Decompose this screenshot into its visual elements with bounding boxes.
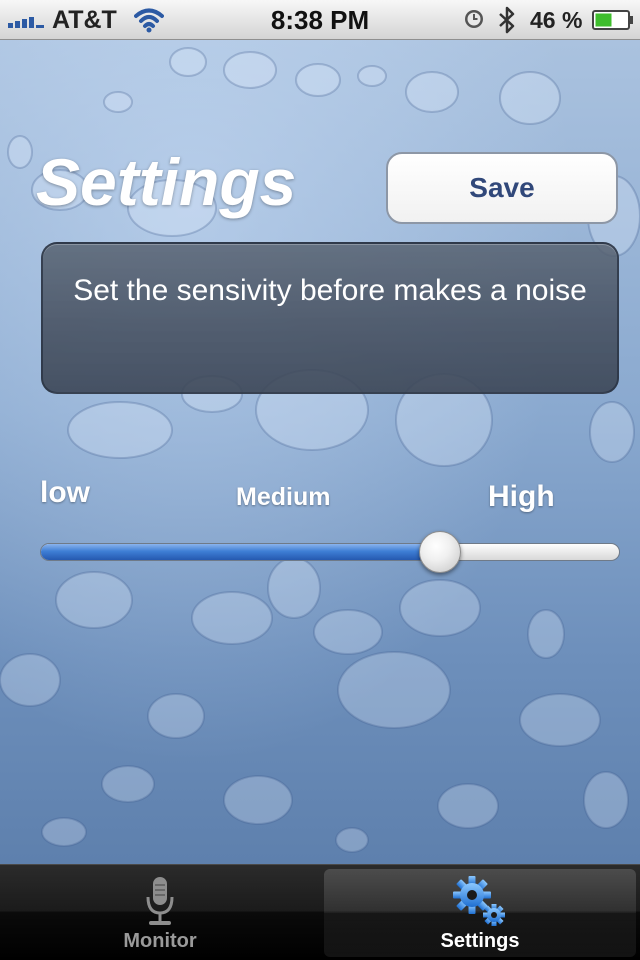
info-text: Set the sensivity before makes a noise [73,274,587,307]
settings-screen: Settings Save Set the sensivity before m… [0,40,640,864]
slider-thumb[interactable] [419,531,462,573]
alarm-icon [465,10,483,28]
sensitivity-medium-label: Medium [236,483,331,511]
slider-track[interactable] [40,543,620,561]
battery-icon [592,10,633,30]
tab-settings[interactable]: Settings [324,869,636,957]
tab-settings-label: Settings [440,930,520,952]
status-bar: AT&T 8:38 PM 46 % [0,0,640,40]
bluetooth-icon [499,6,515,34]
sensitivity-slider[interactable] [40,522,620,582]
save-button[interactable]: Save [386,152,618,224]
tab-monitor[interactable]: Monitor [4,869,316,957]
tab-bar: Monitor Settings [0,864,640,960]
microphone-icon [146,877,174,925]
tab-monitor-label: Monitor [123,930,197,952]
gears-icon [453,876,505,926]
info-panel: Set the sensivity before makes a noise [41,242,619,394]
sensitivity-high-label: High [488,480,555,513]
slider-fill [41,544,440,560]
page-title: Settings [36,145,297,219]
battery-percent: 46 % [530,7,583,33]
sensitivity-low-label: low [40,476,90,509]
